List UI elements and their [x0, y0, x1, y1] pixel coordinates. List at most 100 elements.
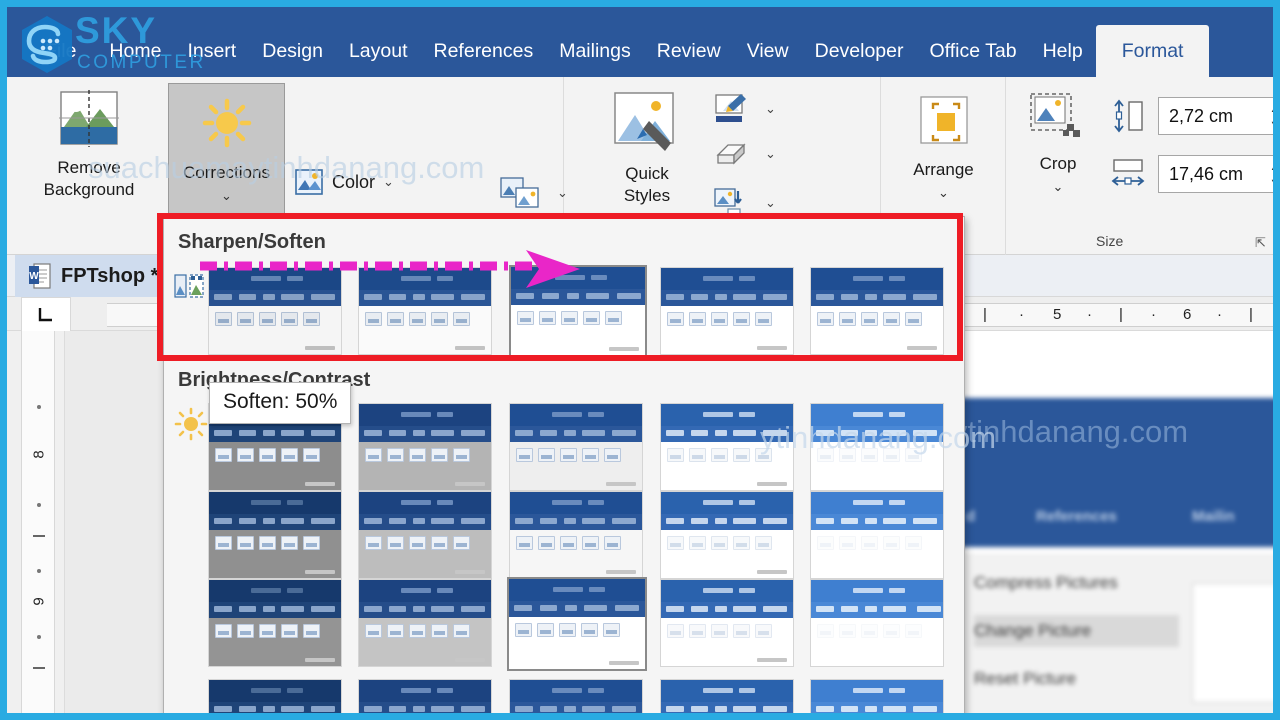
thumb-icon-row — [215, 536, 320, 550]
thumb-tabsrow — [359, 702, 491, 718]
gallery-item-sharpen-3[interactable] — [660, 267, 794, 355]
thumb-tabsrow — [661, 514, 793, 530]
shape-width-spinner[interactable]: ▲▼ — [1267, 159, 1280, 191]
gallery-item-bc-12[interactable] — [507, 577, 647, 671]
picture-border-chevron-down-icon[interactable]: ⌄ — [765, 101, 776, 117]
gallery-item-bc-18[interactable] — [660, 679, 794, 720]
thumb-icon-row — [667, 448, 772, 462]
embedded-menu-change-picture[interactable]: Change Picture — [974, 615, 1179, 647]
corrections-button[interactable]: Corrections ⌄ — [168, 83, 285, 224]
gallery-item-bc-5[interactable] — [208, 491, 342, 579]
thumb-body — [359, 442, 491, 490]
gallery-item-bc-2[interactable] — [509, 403, 643, 491]
embedded-word-screenshot[interactable]: d References Mailin Compress Pictures Ch… — [960, 398, 1280, 720]
tab-home[interactable]: Home — [96, 25, 174, 77]
tab-stop-selector[interactable] — [21, 297, 71, 331]
v-dash-b — [33, 667, 45, 669]
thumb-icon-row — [365, 448, 470, 462]
gallery-item-bc-1[interactable] — [358, 403, 492, 491]
thumb-body — [811, 530, 943, 578]
tab-design[interactable]: Design — [249, 25, 336, 77]
thumb-titlebar — [811, 580, 943, 602]
tab-mailings[interactable]: Mailings — [546, 25, 644, 77]
v-dash-a — [33, 535, 45, 537]
gallery-item-bc-11[interactable] — [358, 579, 492, 667]
gallery-item-sharpen-2[interactable] — [509, 265, 647, 357]
thumb-titlebar — [511, 267, 645, 289]
arrange-chevron-down-icon[interactable]: ⌄ — [938, 185, 949, 200]
tab-insert[interactable]: Insert — [174, 25, 249, 77]
picture-effects-chevron-down-icon[interactable]: ⌄ — [765, 146, 776, 162]
gallery-item-bc-7[interactable] — [509, 491, 643, 579]
compress-pictures-button[interactable]: ⌄ — [500, 177, 568, 209]
color-label: Color — [332, 172, 375, 193]
crop-icon — [1027, 91, 1089, 149]
gallery-item-bc-3[interactable] — [660, 403, 794, 491]
thumb-icon-row — [365, 536, 470, 550]
tab-review[interactable]: Review — [644, 25, 734, 77]
document-tab-fptshop[interactable]: W FPTshop * — [15, 255, 172, 297]
ribbon-group-size: Crop ⌄ 2,72 cm ▲▼ — [1006, 77, 1273, 255]
thumb-tabsrow — [811, 514, 943, 530]
embedded-ribbon-bar — [960, 398, 1280, 495]
tab-references[interactable]: References — [421, 25, 547, 77]
thumb-titlebar — [359, 680, 491, 702]
size-dialog-launcher[interactable]: ⇱ — [1255, 235, 1269, 249]
gallery-item-bc-8[interactable] — [660, 491, 794, 579]
v-tick-9: 9 — [31, 585, 48, 619]
shape-height-input[interactable]: 2,72 cm ▲▼ — [1158, 97, 1280, 135]
word-picture-format-screen: File Home Insert Design Layout Reference… — [0, 0, 1280, 720]
thumb-titlebar — [661, 492, 793, 514]
embedded-menu-compress-pictures[interactable]: Compress Pictures — [974, 567, 1179, 599]
tab-layout[interactable]: Layout — [336, 25, 421, 77]
gallery-item-sharpen-1[interactable] — [358, 267, 492, 355]
tab-help[interactable]: Help — [1030, 25, 1096, 77]
quick-styles-button[interactable]: Quick Styles — [592, 89, 702, 207]
thumb-icon-row — [215, 624, 320, 638]
vertical-ruler[interactable]: 8 9 10 — [7, 331, 65, 713]
color-chevron-down-icon[interactable]: ⌄ — [383, 174, 394, 190]
gallery-item-bc-17[interactable] — [509, 679, 643, 720]
corrections-chevron-down-icon[interactable]: ⌄ — [221, 188, 232, 203]
gallery-item-bc-13[interactable] — [660, 579, 794, 667]
gallery-item-sharpen-0[interactable] — [208, 267, 342, 355]
thumb-footer — [305, 482, 335, 486]
thumb-body — [209, 530, 341, 578]
picture-layout-chevron-down-icon[interactable]: ⌄ — [765, 195, 776, 211]
crop-button[interactable]: Crop ⌄ — [1012, 91, 1104, 197]
thumb-tabsrow — [509, 601, 645, 617]
picture-border-button[interactable]: ⌄ — [714, 93, 776, 125]
picture-layout-button[interactable]: ⌄ — [714, 187, 776, 219]
arrange-button[interactable]: Arrange ⌄ — [891, 91, 996, 203]
tab-office-tab[interactable]: Office Tab — [917, 25, 1030, 77]
thumb-overlay — [359, 268, 491, 354]
embedded-side-panel — [1192, 583, 1280, 703]
gallery-item-sharpen-4[interactable] — [810, 267, 944, 355]
gallery-item-bc-9[interactable] — [810, 491, 944, 579]
color-button[interactable]: Color ⌄ — [295, 169, 394, 195]
gallery-item-bc-19[interactable] — [810, 679, 944, 720]
gallery-item-bc-6[interactable] — [358, 491, 492, 579]
tab-format[interactable]: Format — [1096, 25, 1210, 77]
embedded-menu-reset-picture[interactable]: Reset Picture — [974, 663, 1179, 695]
crop-chevron-down-icon[interactable]: ⌄ — [1053, 179, 1064, 194]
thumb-tabsrow — [510, 514, 642, 530]
tab-developer[interactable]: Developer — [802, 25, 917, 77]
picture-effects-button[interactable]: ⌄ — [714, 139, 776, 169]
remove-background-button[interactable]: Remove Background — [23, 89, 155, 201]
corrections-gallery-dropdown[interactable]: Sharpen/Soften — [163, 216, 965, 720]
gallery-item-bc-14[interactable] — [810, 579, 944, 667]
v-dot-a — [37, 405, 41, 409]
thumb-titlebar — [661, 680, 793, 702]
tab-file[interactable]: File — [7, 25, 96, 77]
shape-width-input[interactable]: 17,46 cm ▲▼ — [1158, 155, 1280, 193]
gallery-item-bc-4[interactable] — [810, 403, 944, 491]
gallery-item-bc-15[interactable] — [208, 679, 342, 720]
thumb-footer — [757, 482, 787, 486]
thumb-footer — [606, 570, 636, 574]
shape-height-spinner[interactable]: ▲▼ — [1267, 101, 1280, 133]
tab-view[interactable]: View — [734, 25, 802, 77]
gallery-item-bc-16[interactable] — [358, 679, 492, 720]
compress-pictures-icon — [500, 177, 540, 209]
gallery-item-bc-10[interactable] — [208, 579, 342, 667]
